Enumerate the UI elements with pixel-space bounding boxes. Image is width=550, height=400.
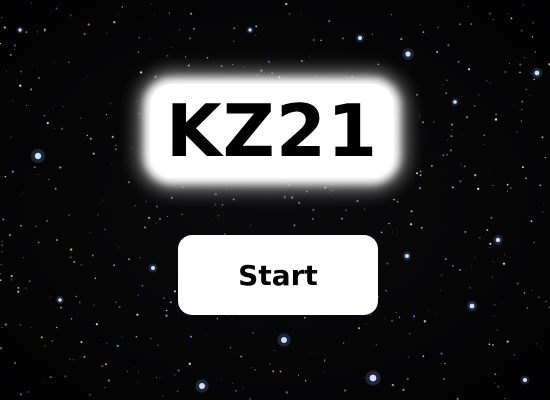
game-title: KZ21 <box>150 84 394 178</box>
game-screen: KZ21 Start <box>0 0 550 400</box>
start-button[interactable]: Start <box>178 235 378 315</box>
starfield-background <box>0 2 550 400</box>
